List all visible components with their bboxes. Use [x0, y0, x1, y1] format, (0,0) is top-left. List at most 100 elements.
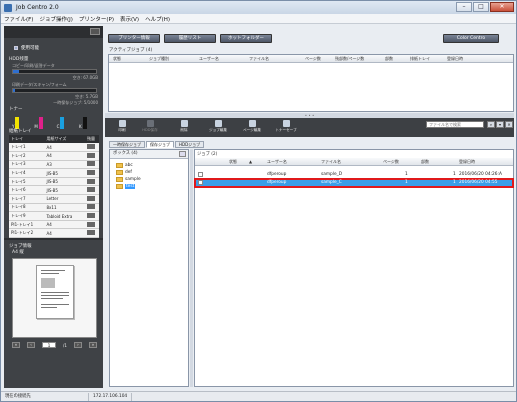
tray-size: 8x11 [44, 203, 85, 213]
color-centro-button[interactable]: Color Centro [443, 34, 499, 43]
print-button[interactable]: 印刷 [111, 120, 133, 136]
maximize-button[interactable]: □ [473, 2, 489, 12]
tray-level-bar [87, 178, 95, 184]
col-pages[interactable]: ページ数 [305, 56, 321, 62]
tray-level [85, 211, 99, 221]
job-checkbox[interactable] [198, 180, 203, 185]
tray-row: トレイ1 A4 [9, 143, 99, 153]
thumb-line [41, 292, 69, 293]
tray-level-bar [87, 204, 95, 210]
tray-name: トレイ3 [9, 160, 45, 170]
job-checkbox[interactable] [198, 172, 203, 177]
col-status[interactable]: 状態 [113, 56, 121, 62]
first-page-button[interactable]: « [12, 342, 20, 348]
toner-m-label: M [34, 124, 38, 129]
filter-icon[interactable]: ▾ [496, 121, 504, 128]
hdd-copy-fill [13, 70, 19, 73]
toner-save-button[interactable]: トナーセーブ [275, 120, 297, 136]
job-table[interactable]: 状態 ▲ ユーザー名 ファイル名 ページ数 部数 登録日時 dfperoup s… [194, 158, 514, 386]
job-date: 2016/06/20 04:55 [459, 180, 498, 185]
col-job-type[interactable]: ジョブ種別 [149, 56, 169, 62]
page-total: /1 [63, 342, 67, 348]
folder-icon [116, 169, 123, 175]
job-user: dfperoup [267, 180, 287, 185]
panel-header [4, 26, 103, 38]
job-tabs: 一時保存ジョブ 保存ジョブ HDDジョブ [109, 141, 205, 148]
tray-level-bar [87, 213, 95, 219]
col-status[interactable]: 状態 [229, 159, 237, 165]
menu-job[interactable]: ジョブ操作(J) [36, 15, 75, 23]
tab-saved-jobs[interactable]: 保存ジョブ [146, 141, 174, 148]
col-tray[interactable]: 排紙トレイ [410, 56, 430, 62]
col-date[interactable]: 登録日時 [459, 159, 475, 165]
menu-help[interactable]: ヘルプ(H) [142, 15, 173, 23]
tray-name: トレイ5 [9, 177, 45, 187]
job-file: sample_C [321, 180, 342, 185]
paper-size: A4 縦 [12, 250, 24, 255]
col-pages[interactable]: ページ数 [383, 159, 399, 165]
tray-level [85, 168, 99, 178]
folder-item-selected[interactable]: test [116, 183, 136, 189]
job-date: 2016/06/20 04:26:A [459, 172, 502, 177]
folder-label: abc [125, 162, 133, 168]
box-panel: ボックス (4) abc def sample test [109, 149, 189, 387]
job-row[interactable]: dfperoup sample_D 1 1 2016/06/20 04:26:A [195, 171, 513, 179]
window-title: Job Centro 2.0 [16, 4, 59, 11]
page-edit-button[interactable]: ページ編集 [241, 120, 263, 136]
tray-name: トレイ4 [9, 168, 45, 178]
col-user[interactable]: ユーザー名 [267, 159, 287, 165]
job-row-selected[interactable]: dfperoup sample_C 1 1 2016/06/20 04:55 [194, 178, 514, 188]
folder-item[interactable]: sample [116, 176, 141, 182]
tab-hdd-jobs[interactable]: HDDジョブ [175, 141, 205, 148]
close-button[interactable]: ✕ [490, 2, 514, 12]
panel-collapse-button[interactable] [90, 28, 100, 35]
box-menu-button[interactable] [179, 151, 186, 157]
page-number-input[interactable]: 1 [42, 342, 57, 348]
delete-button[interactable]: 削除 [173, 120, 195, 136]
app-icon [4, 3, 12, 12]
hot-folder-button[interactable]: ホットフォルダー [220, 34, 272, 43]
job-file: sample_D [321, 172, 343, 177]
tab-temporary-jobs[interactable]: 一時保存ジョブ [109, 141, 145, 148]
page-thumbnail[interactable] [36, 265, 74, 319]
menu-file[interactable]: ファイル(F) [1, 15, 36, 23]
menu-view[interactable]: 表示(V) [117, 15, 142, 23]
tray-level-bar [87, 187, 95, 193]
vertical-splitter[interactable] [190, 149, 193, 387]
printer-info-button[interactable]: プリンター情報 [108, 34, 160, 43]
col-file[interactable]: ファイル名 [249, 56, 269, 62]
active-jobs-header: 状態 ジョブ種別 ユーザー名 ファイル名 ページ数 残部数/ページ数 部数 排紙… [109, 55, 513, 63]
print-label: 印刷 [118, 128, 126, 132]
toner-m-bar [38, 117, 43, 129]
tray-level [85, 185, 99, 196]
last-page-button[interactable]: » [88, 342, 97, 348]
prev-page-button[interactable]: ‹ [27, 342, 36, 348]
hdd-save-label: HDD保存 [142, 128, 158, 132]
page-edit-icon [248, 120, 256, 127]
tray-level-bar [87, 161, 95, 167]
col-remaining[interactable]: 残部数/ページ数 [335, 56, 364, 62]
clear-icon[interactable]: ✕ [505, 121, 513, 128]
col-file[interactable]: ファイル名 [321, 159, 341, 165]
tray-name: PI1-トレイ1 [9, 220, 45, 230]
toner-levels: Y M C K [12, 115, 97, 129]
folder-item[interactable]: abc [116, 162, 133, 168]
hdd-save-button[interactable]: HDD保存 [139, 120, 161, 136]
search-icon[interactable]: ⌕ [487, 121, 495, 128]
tray-col-level: 残量 [85, 135, 99, 143]
minimize-button[interactable]: – [456, 2, 472, 12]
col-user[interactable]: ユーザー名 [199, 56, 219, 62]
active-jobs-table[interactable]: 状態 ジョブ種別 ユーザー名 ファイル名 ページ数 残部数/ページ数 部数 排紙… [108, 54, 514, 112]
col-copies[interactable]: 部数 [421, 159, 429, 165]
history-list-button[interactable]: 履歴リスト [164, 34, 216, 43]
next-page-button[interactable]: › [73, 342, 82, 348]
thumb-line [41, 270, 65, 271]
col-copies[interactable]: 部数 [385, 56, 393, 62]
tray-row: PI1-トレイ1 A4 [9, 220, 99, 230]
search-input[interactable] [426, 121, 484, 128]
col-date[interactable]: 登録日時 [447, 56, 463, 62]
thumb-line [41, 307, 57, 308]
job-edit-button[interactable]: ジョブ編集 [207, 120, 229, 136]
menu-printer[interactable]: プリンター(P) [76, 15, 117, 23]
folder-item[interactable]: def [116, 169, 132, 175]
